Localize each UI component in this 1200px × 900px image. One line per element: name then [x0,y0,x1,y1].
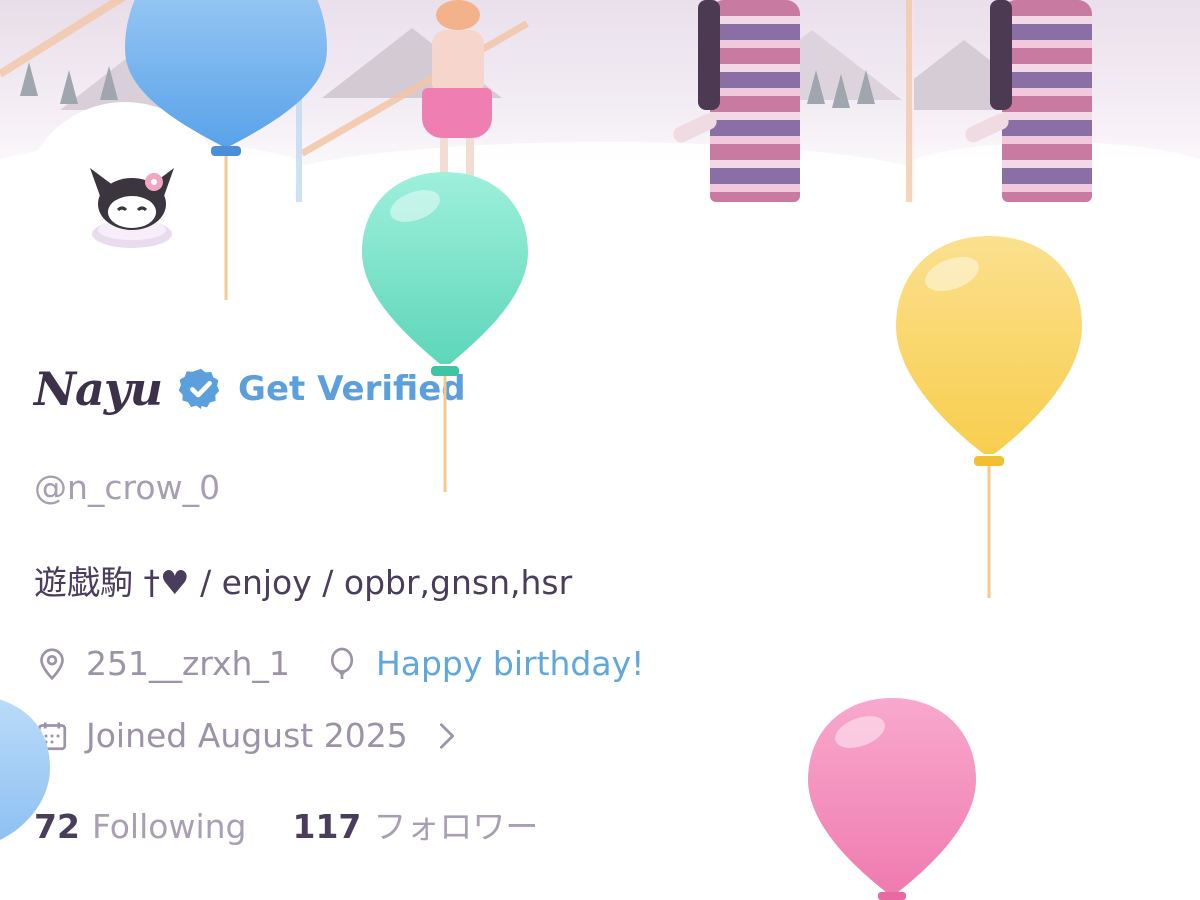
followers-link[interactable]: 117 フォロワー [292,800,538,848]
profile-bio: 遊戯駒 †♥ / enjoy / opbr,gnsn,hsr [34,563,573,602]
birthday-link[interactable]: Happy birthday! [376,644,644,683]
balloon-icon [330,647,354,679]
followers-count: 117 [292,807,362,846]
yellow-balloon [896,236,1082,598]
location-text: 251__zrxh_1 [86,644,290,683]
blue-balloon [125,0,327,300]
chevron-right-icon[interactable] [434,721,460,751]
blue-balloon-edge [0,699,50,840]
display-name: Nayu [34,362,163,416]
follow-stats: 72 Following 117 フォロワー [34,800,538,848]
followers-label: フォロワー [373,807,539,846]
green-balloon [362,172,528,492]
verified-badge-icon[interactable] [178,366,224,412]
joined-row[interactable]: Joined August 2025 [34,716,460,755]
username-handle: @n_crow_0 [34,468,221,507]
location-pin-icon [40,647,64,680]
profile-meta-row: 251__zrxh_1 Happy birthday! [34,644,644,683]
joined-date: Joined August 2025 [86,716,408,755]
pink-balloon [808,698,976,900]
following-link[interactable]: 72 Following [34,807,246,846]
following-label: Following [91,807,247,846]
banner-panel-right [914,0,1200,202]
